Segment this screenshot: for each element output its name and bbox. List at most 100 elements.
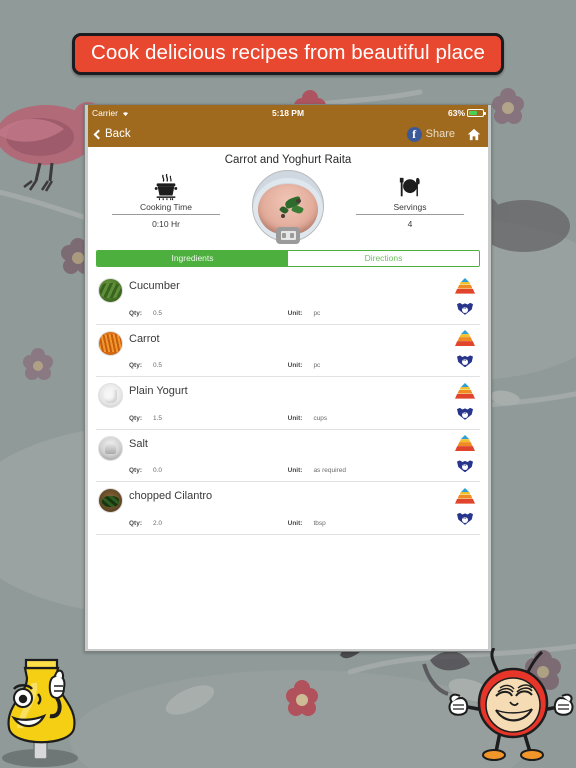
list-item[interactable]: Cucumber Qty: 0.5 Unit: pc bbox=[96, 272, 480, 325]
qty-label: Qty: bbox=[129, 519, 142, 527]
ingredient-thumbnail bbox=[98, 278, 123, 303]
app-screen: Carrier 5:18 PM 63% Back f Share Carrot … bbox=[88, 105, 488, 649]
promo-banner: Cook delicious recipes from beautiful pl… bbox=[72, 33, 504, 75]
ingredient-name: Carrot bbox=[129, 332, 160, 345]
food-pyramid-icon[interactable] bbox=[455, 330, 475, 347]
food-pyramid-icon[interactable] bbox=[455, 435, 475, 452]
cooking-time-label: Cooking Time bbox=[112, 202, 220, 215]
row-action-icons bbox=[450, 325, 480, 377]
food-pyramid-icon[interactable] bbox=[455, 382, 475, 400]
qty-label: Qty: bbox=[129, 309, 142, 317]
unit-value: pc bbox=[313, 309, 321, 317]
wifi-icon bbox=[122, 112, 129, 117]
tab-directions[interactable]: Directions bbox=[288, 251, 479, 266]
carrier-label: Carrier bbox=[92, 108, 118, 118]
back-button[interactable]: Back bbox=[93, 128, 131, 140]
nutrition-muscle-icon[interactable] bbox=[455, 512, 475, 526]
row-action-icons bbox=[450, 272, 480, 324]
status-bar-left: Carrier bbox=[92, 108, 130, 118]
ingredient-details: Qty: 0.5 Unit: pc bbox=[129, 362, 440, 369]
ingredient-name: Cucumber bbox=[129, 280, 180, 292]
device-frame: Carrier 5:18 PM 63% Back f Share Carrot … bbox=[84, 104, 492, 652]
unit-value: cups bbox=[313, 414, 328, 422]
qty-value: 2.0 bbox=[153, 519, 163, 527]
share-button-label: Share bbox=[425, 128, 455, 140]
unit-label: Unit: bbox=[287, 362, 303, 369]
share-button[interactable]: f Share bbox=[406, 126, 455, 142]
home-icon[interactable] bbox=[467, 128, 481, 141]
unit-label: Unit: bbox=[287, 414, 303, 422]
list-item[interactable]: chopped Cilantro Qty: 2.0 Unit: tbsp bbox=[96, 482, 480, 535]
battery-icon bbox=[467, 109, 486, 117]
nutrition-muscle-icon[interactable] bbox=[455, 459, 475, 473]
unit-label: Unit: bbox=[287, 519, 303, 527]
qty-value: 0.0 bbox=[153, 467, 163, 474]
cooking-pot-icon bbox=[112, 174, 220, 202]
unit-label: Unit: bbox=[287, 467, 303, 474]
ingredients-list: Cucumber Qty: 0.5 Unit: pc w Carrot Qty:… bbox=[96, 272, 480, 649]
unit-value: as required bbox=[313, 467, 346, 474]
navigation-bar-right: f Share bbox=[406, 126, 481, 142]
ingredient-thumbnail bbox=[98, 330, 123, 356]
qty-value: 0.5 bbox=[153, 309, 163, 317]
row-action-icons bbox=[450, 482, 480, 534]
cutlery-plate-icon bbox=[356, 174, 464, 202]
unit-group: Unit: as required bbox=[288, 467, 440, 474]
row-action-icons bbox=[450, 430, 480, 482]
back-button-label: Back bbox=[105, 128, 131, 140]
qty-label: Qty: bbox=[129, 467, 142, 474]
page-title: Carrot and Yoghurt Raita bbox=[224, 154, 352, 166]
servings-value: 4 bbox=[407, 219, 413, 229]
chevron-left-icon bbox=[93, 129, 104, 139]
red-round-mascot bbox=[448, 648, 574, 761]
ingredient-name: chopped Cilantro bbox=[129, 490, 213, 502]
unit-value: tbsp bbox=[313, 519, 326, 527]
food-pyramid-icon[interactable] bbox=[455, 487, 475, 505]
ingredient-details: Qty: 0.0 Unit: as required bbox=[129, 467, 440, 474]
list-item[interactable]: Carrot Qty: 0.5 Unit: pc bbox=[96, 325, 480, 377]
unit-label: Unit: bbox=[287, 309, 303, 317]
qty-label: Qty: bbox=[129, 414, 142, 422]
unit-group: Unit: pc bbox=[288, 310, 440, 317]
ingredient-details: Qty: 1.5 Unit: cups bbox=[129, 415, 440, 422]
ingredient-thumbnail bbox=[98, 435, 123, 461]
food-pyramid-icon[interactable] bbox=[455, 277, 475, 295]
yellow-lamp-mascot bbox=[2, 658, 78, 767]
tab-ingredients[interactable]: Ingredients bbox=[97, 251, 288, 266]
unit-group: Unit: tbsp bbox=[288, 520, 440, 527]
ingredient-details: Qty: 2.0 Unit: tbsp bbox=[129, 520, 440, 527]
row-action-icons bbox=[450, 377, 480, 429]
qty-value: 0.5 bbox=[153, 362, 163, 369]
ingredient-thumbnail bbox=[98, 383, 123, 408]
film-reel-icon[interactable] bbox=[276, 227, 300, 244]
segmented-tabs: Ingredients Directions bbox=[96, 250, 480, 267]
battery-percent-label: 63% bbox=[447, 108, 465, 118]
unit-group: Unit: pc bbox=[288, 362, 440, 369]
list-item[interactable]: Salt Qty: 0.0 Unit: as required bbox=[96, 430, 480, 482]
servings-label: Servings bbox=[356, 202, 464, 215]
recipe-photo-block[interactable] bbox=[248, 170, 328, 244]
cooking-time-block: Cooking Time 0:10 Hr bbox=[112, 170, 220, 229]
recipe-meta-row: Cooking Time 0:10 Hr Servings 4 bbox=[88, 168, 488, 246]
status-bar-time: 5:18 PM bbox=[271, 108, 305, 118]
recipe-detail-content: Carrot and Yoghurt Raita Cooking Time 0:… bbox=[88, 147, 488, 649]
nutrition-muscle-icon[interactable] bbox=[455, 302, 475, 316]
qty-label: Qty: bbox=[129, 362, 142, 369]
promo-banner-wrap: Cook delicious recipes from beautiful pl… bbox=[0, 33, 576, 75]
list-item[interactable]: Plain Yogurt Qty: 1.5 Unit: cups bbox=[96, 377, 480, 430]
ingredient-details: Qty: 0.5 Unit: pc bbox=[129, 310, 440, 317]
navigation-bar: Back f Share bbox=[88, 121, 488, 147]
unit-value: pc bbox=[313, 362, 321, 369]
status-bar-right: 63% bbox=[447, 108, 486, 118]
nutrition-muscle-icon[interactable] bbox=[455, 407, 475, 421]
ingredient-thumbnail bbox=[98, 488, 123, 513]
nutrition-muscle-icon[interactable] bbox=[455, 354, 475, 368]
status-bar: Carrier 5:18 PM 63% bbox=[88, 105, 488, 121]
servings-block: Servings 4 bbox=[356, 170, 464, 229]
cooking-time-value: 0:10 Hr bbox=[152, 219, 180, 229]
qty-value: 1.5 bbox=[153, 414, 163, 422]
facebook-icon: f bbox=[406, 126, 422, 142]
unit-group: Unit: cups bbox=[288, 415, 440, 422]
ingredient-name: Plain Yogurt bbox=[129, 385, 188, 397]
ingredient-name: Salt bbox=[129, 437, 148, 450]
